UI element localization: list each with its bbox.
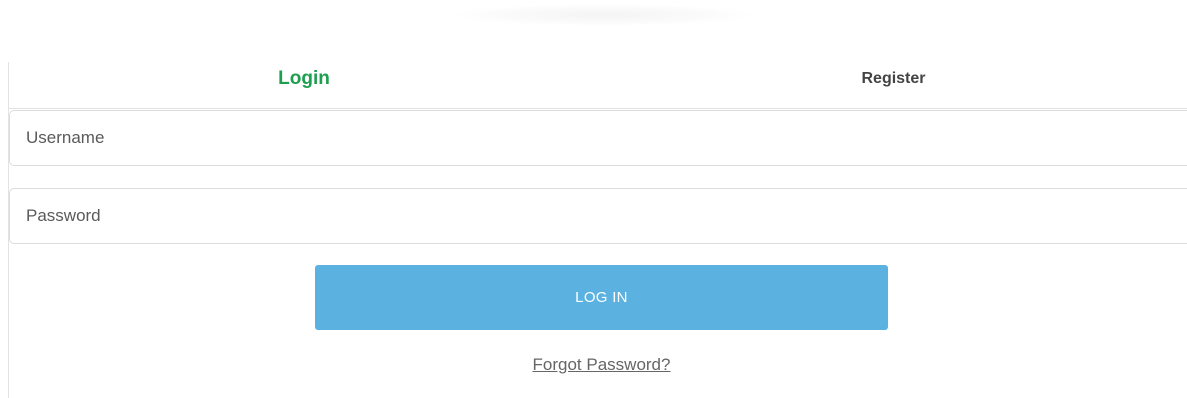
username-input[interactable] bbox=[9, 110, 1187, 166]
password-input[interactable] bbox=[9, 188, 1187, 244]
auth-panel: Login Register LOG IN Forgot Password? bbox=[8, 62, 1187, 398]
top-shadow-decoration bbox=[455, 4, 755, 26]
login-page: Login Register LOG IN Forgot Password? bbox=[0, 0, 1187, 398]
login-button[interactable]: LOG IN bbox=[315, 265, 888, 330]
auth-tabs: Login Register bbox=[9, 62, 1187, 109]
tab-register[interactable]: Register bbox=[599, 62, 1187, 108]
forgot-password-link[interactable]: Forgot Password? bbox=[315, 355, 888, 375]
tab-login[interactable]: Login bbox=[9, 62, 599, 108]
